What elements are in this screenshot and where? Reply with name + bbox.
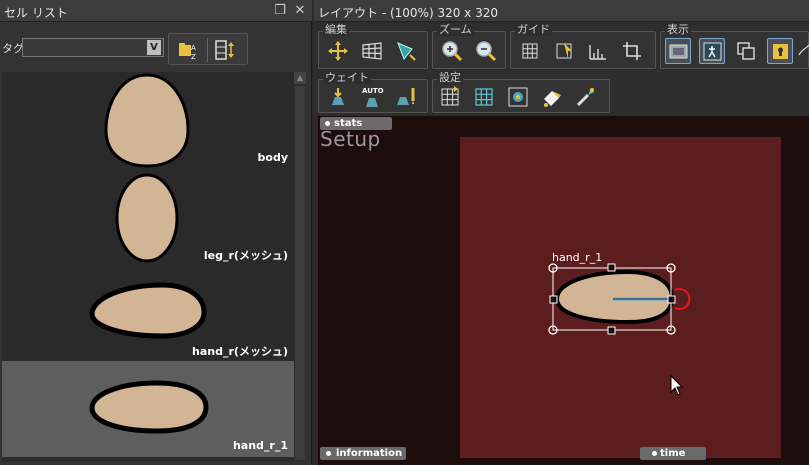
cell-label: hand_r(メッシュ): [192, 345, 288, 358]
brush-icon[interactable]: [393, 84, 419, 110]
canvas-settings-icon[interactable]: [505, 84, 531, 110]
weight-icon[interactable]: [325, 84, 351, 110]
scrollbar[interactable]: ▲: [294, 72, 306, 462]
layout-toolbar: 編集 ズーム ガイド 表示 ウェイト AUTO 設定: [314, 23, 809, 115]
grid-icon[interactable]: [517, 38, 543, 64]
pin-icon[interactable]: ❐: [272, 3, 288, 19]
information-tab[interactable]: information: [320, 447, 406, 460]
ruler-icon[interactable]: [585, 38, 611, 64]
svg-text:AUTO: AUTO: [362, 87, 384, 95]
cell-thumbnail: [104, 73, 190, 168]
mesh-icon[interactable]: [359, 38, 385, 64]
edit-group: 編集: [318, 24, 428, 69]
mouse-cursor-icon: [670, 375, 684, 396]
information-tab-label: information: [336, 448, 403, 459]
weight-group: ウェイト AUTO: [318, 72, 428, 113]
hand-r-1-shape: [554, 269, 675, 325]
tab-bullet: [652, 451, 657, 456]
spline-icon[interactable]: [797, 38, 809, 64]
tab-bullet: [326, 451, 331, 456]
settings-group: 設定: [432, 72, 610, 113]
cell-label: leg_r(メッシュ): [203, 249, 288, 262]
rotate-handle-icon: [674, 288, 691, 310]
group-label: 設定: [437, 71, 463, 84]
arrange-icon[interactable]: [213, 38, 237, 62]
auto-weight-icon[interactable]: AUTO: [359, 84, 385, 110]
tag-filter-row: タグ V A Z: [0, 30, 312, 70]
layout-viewport[interactable]: stats Setup hand_r_1 information time: [318, 116, 809, 465]
time-tab-label: time: [660, 448, 686, 459]
group-label: ウェイト: [323, 71, 371, 84]
layout-titlebar: レイアウト - (100%) 320 x 320: [314, 0, 809, 22]
group-label: ガイド: [515, 23, 552, 36]
panel-title: レイアウト - (100%) 320 x 320: [318, 6, 498, 20]
layer-icon[interactable]: [733, 38, 759, 64]
bone-icon[interactable]: [699, 38, 725, 64]
list-item[interactable]: hand_r(メッシュ): [2, 264, 294, 360]
grid-settings-icon[interactable]: [437, 84, 463, 110]
list-item[interactable]: hand_r_1: [2, 361, 294, 457]
group-label: 表示: [665, 23, 691, 36]
cell-label: hand_r_1: [232, 439, 288, 452]
display-group: 表示: [660, 24, 809, 69]
crop-icon[interactable]: [619, 38, 645, 64]
lock-icon[interactable]: [767, 38, 793, 64]
time-tab[interactable]: time: [640, 447, 706, 460]
guide-icon[interactable]: [551, 38, 577, 64]
zoom-group: ズーム: [432, 24, 506, 69]
handle: [607, 263, 616, 272]
panel-title: セル リスト: [4, 6, 68, 20]
tool-settings-icon[interactable]: [573, 84, 599, 110]
tag-tools: A Z: [168, 33, 248, 65]
zoom-out-icon[interactable]: [473, 38, 499, 64]
handle: [607, 326, 616, 335]
list-item[interactable]: leg_r(メッシュ): [2, 168, 294, 264]
close-icon[interactable]: ✕: [292, 3, 308, 19]
chevron-down-icon[interactable]: V: [147, 40, 161, 55]
svg-text:A: A: [191, 44, 196, 52]
handle: [549, 295, 558, 304]
selection-label: hand_r_1: [552, 251, 603, 264]
group-label: ズーム: [437, 23, 474, 36]
rotate-icon[interactable]: [393, 38, 419, 64]
guide-group: ガイド: [510, 24, 656, 69]
zoom-in-icon[interactable]: [439, 38, 465, 64]
handle: [667, 295, 676, 304]
group-label: 編集: [323, 23, 349, 36]
grid-color-icon[interactable]: [471, 84, 497, 110]
cell-list-panel: セル リスト ❐ ✕ タグ V A Z body leg_r(メッシュ) han…: [0, 0, 312, 465]
stage-overlay: [548, 263, 691, 335]
tag-select[interactable]: V: [22, 38, 164, 57]
svg-text:Z: Z: [191, 53, 196, 61]
layout-panel: レイアウト - (100%) 320 x 320 編集 ズーム ガイド 表示 ウ…: [314, 0, 809, 465]
move-icon[interactable]: [325, 38, 351, 64]
paint-icon[interactable]: [539, 84, 565, 110]
list-item[interactable]: body: [2, 72, 294, 168]
tool-divider: [207, 38, 208, 62]
tag-label: タグ: [2, 42, 24, 55]
sort-icon[interactable]: A Z: [177, 38, 201, 62]
scroll-thumb[interactable]: [295, 86, 305, 460]
cell-list-titlebar: セル リスト ❐ ✕: [0, 0, 312, 22]
cell-label: body: [257, 151, 288, 164]
scroll-up-icon[interactable]: ▲: [294, 72, 306, 84]
frame-icon[interactable]: [665, 38, 691, 64]
cell-list[interactable]: body leg_r(メッシュ) hand_r(メッシュ) hand_r_1: [2, 72, 294, 462]
